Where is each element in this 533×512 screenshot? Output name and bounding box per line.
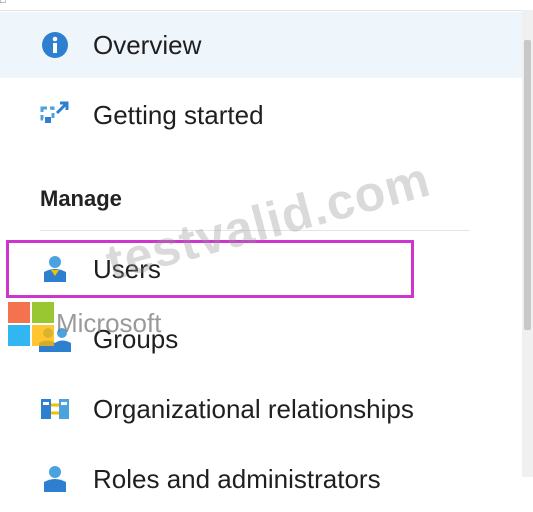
nav-item-roles-and-administrators[interactable]: Roles and administrators [0, 446, 522, 512]
nav-item-label: Overview [93, 29, 202, 60]
roles-icon [38, 462, 72, 496]
section-header-manage: Manage [40, 186, 122, 211]
nav-item-label: Roles and administrators [93, 463, 381, 494]
nav-item-organizational-relationships[interactable]: Organizational relationships [0, 376, 522, 442]
nav-item-label: Getting started [93, 99, 264, 130]
microsoft-logo-text: Microsoft [56, 308, 162, 338]
microsoft-logo-icon [8, 302, 54, 346]
info-icon [38, 28, 72, 62]
highlight-annotation [6, 240, 414, 298]
divider [40, 230, 470, 231]
org-relationships-icon [38, 392, 72, 426]
nav-item-label: Organizational relationships [93, 393, 414, 424]
scrollbar-thumb[interactable] [524, 40, 531, 330]
nav-item-overview[interactable]: Overview [0, 12, 522, 78]
quickstart-icon [38, 98, 72, 132]
cropped-caption: □ [0, 0, 6, 5]
scrollbar[interactable] [522, 10, 533, 477]
nav-item-getting-started[interactable]: Getting started [0, 82, 522, 148]
